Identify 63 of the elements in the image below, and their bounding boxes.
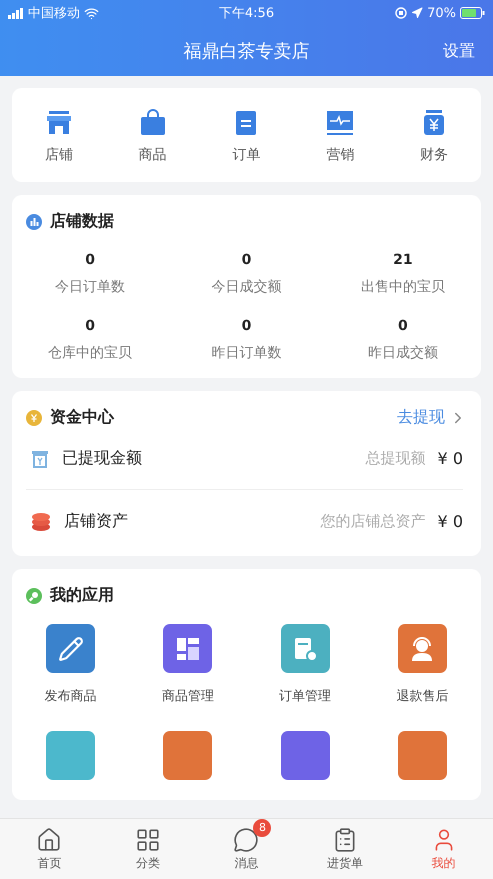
battery-icon bbox=[460, 7, 485, 19]
shortcut-item[interactable]: 订单 bbox=[211, 108, 282, 164]
edit-icon bbox=[58, 636, 84, 662]
count-badge: 8 bbox=[253, 818, 272, 836]
fund-hint: 您的店铺总资产 bbox=[320, 512, 426, 530]
stat-label: 今日订单数 bbox=[55, 278, 126, 296]
stat-value: 21 bbox=[393, 252, 413, 268]
tab-item[interactable]: 分类 bbox=[98, 819, 198, 879]
shortcut-item[interactable]: 店铺 bbox=[24, 108, 94, 164]
stat-value: 0 bbox=[85, 252, 96, 268]
tab-item[interactable]: 进货单 bbox=[296, 819, 394, 879]
fund-label: 店铺资产 bbox=[64, 510, 128, 532]
monitor-icon bbox=[325, 108, 356, 138]
app-tile[interactable] bbox=[398, 731, 447, 780]
app-tile[interactable] bbox=[46, 731, 96, 780]
section-title: 我的应用 bbox=[50, 585, 114, 606]
app-tile[interactable] bbox=[280, 624, 330, 673]
chat-icon bbox=[233, 826, 260, 852]
app-tile[interactable] bbox=[280, 731, 330, 780]
app-tile[interactable] bbox=[163, 731, 212, 780]
settings-link[interactable]: 设置 bbox=[443, 40, 475, 62]
stat-label: 仓库中的宝贝 bbox=[48, 344, 132, 362]
signal-icon bbox=[8, 8, 24, 18]
app-label: 订单管理 bbox=[279, 688, 332, 705]
app-tile[interactable] bbox=[398, 624, 447, 673]
tab-item[interactable]: 我的 bbox=[394, 819, 493, 879]
tab-item[interactable]: 8 消息 bbox=[197, 819, 296, 879]
shortcut-item[interactable]: 营销 bbox=[305, 108, 376, 164]
shortcut-item[interactable]: 商品 bbox=[118, 108, 188, 164]
store-title: 福鼎白茶专卖店 bbox=[184, 40, 310, 63]
stat-label: 昨日成交额 bbox=[368, 344, 438, 362]
coin-stack-icon bbox=[30, 510, 52, 532]
app-label: 商品管理 bbox=[162, 688, 214, 705]
carrier-name: 中国移动 bbox=[28, 5, 80, 22]
stat-value: 0 bbox=[242, 252, 252, 268]
coin-icon bbox=[26, 410, 42, 426]
stat-label: 今日成交额 bbox=[211, 278, 282, 296]
shortcut-item[interactable]: 财务 bbox=[399, 108, 470, 164]
stat-label: 昨日订单数 bbox=[211, 344, 282, 362]
lock-rotation-icon bbox=[395, 7, 408, 19]
tab-item[interactable]: 首页 bbox=[0, 819, 99, 879]
stat-label: 出售中的宝贝 bbox=[360, 278, 445, 296]
fund-hint: 总提现额 bbox=[366, 449, 426, 468]
stat-value: 0 bbox=[398, 318, 408, 334]
wifi-icon bbox=[84, 6, 99, 20]
app-label: 发布商品 bbox=[44, 688, 97, 705]
app-tile[interactable] bbox=[163, 624, 212, 673]
section-title: 店铺数据 bbox=[50, 211, 114, 232]
chart-badge-icon bbox=[26, 214, 42, 230]
clock-time: 下午4:56 bbox=[218, 5, 274, 22]
stat-value: 0 bbox=[242, 318, 252, 334]
fund-label: 已提现金额 bbox=[62, 448, 142, 469]
home-icon bbox=[36, 826, 62, 852]
app-label: 退款售后 bbox=[396, 688, 448, 705]
location-icon bbox=[411, 7, 424, 19]
app-tile[interactable] bbox=[46, 624, 96, 673]
fund-amount: ¥ 0 bbox=[438, 449, 463, 468]
yuan-box-icon bbox=[30, 448, 50, 468]
section-title: 资金中心 bbox=[50, 407, 114, 428]
grid-icon bbox=[134, 826, 161, 852]
stat-value: 0 bbox=[85, 318, 96, 334]
battery-percent: 70% bbox=[427, 6, 456, 20]
fund-amount: ¥ 0 bbox=[438, 512, 463, 530]
